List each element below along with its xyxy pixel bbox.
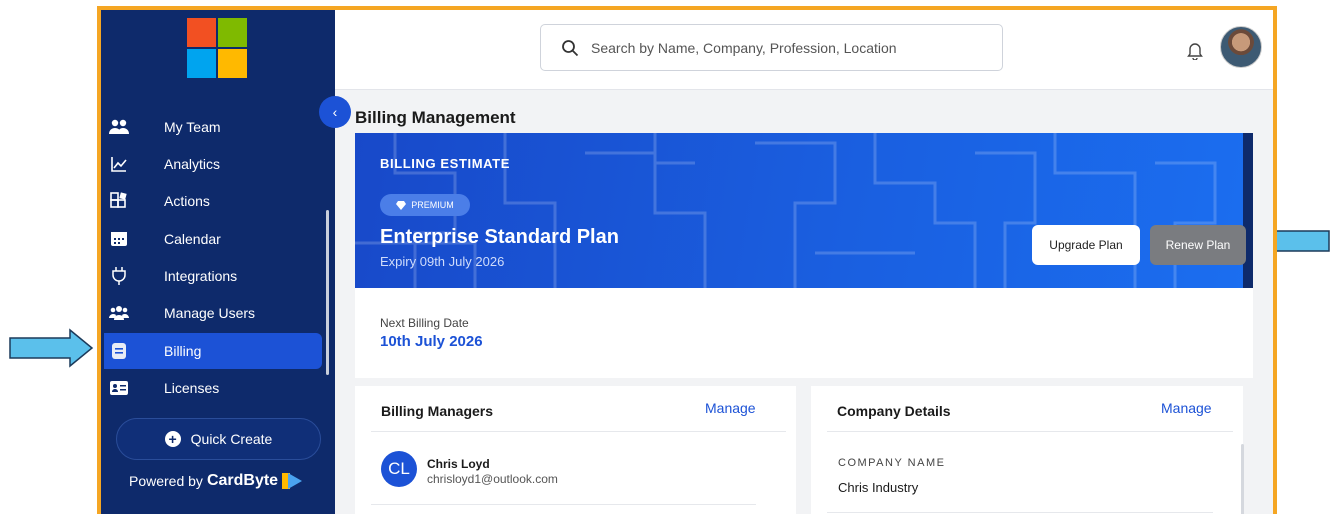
sidebar: My Team Analytics Actions Calendar Integ: [101, 10, 335, 514]
sidebar-item-label: Integrations: [164, 268, 238, 284]
manager-avatar: CL: [381, 451, 417, 487]
billing-icon: [109, 341, 129, 361]
page-title: Billing Management: [355, 108, 516, 127]
manager-email: chrisloyd1@outlook.com: [427, 472, 558, 486]
billing-estimate-banner: BILLING ESTIMATE PREMIUM Enterprise Stan…: [355, 133, 1253, 288]
premium-badge-label: PREMIUM: [411, 200, 454, 210]
actions-icon: [109, 191, 129, 211]
next-billing-label: Next Billing Date: [380, 316, 469, 330]
sidebar-item-my-team[interactable]: My Team: [101, 109, 323, 145]
billing-managers-title: Billing Managers: [381, 403, 494, 419]
renew-plan-button[interactable]: Renew Plan: [1150, 225, 1246, 265]
search-bar: [540, 24, 1003, 71]
company-name-value: Chris Industry: [838, 480, 919, 495]
company-name-label: COMPANY NAME: [838, 457, 946, 469]
manager-name: Chris Loyd: [427, 457, 490, 471]
next-billing-value: 10th July 2026: [380, 333, 483, 350]
divider: [371, 504, 756, 505]
cardbyte-logo-icon: [282, 473, 303, 489]
sidebar-item-label: My Team: [164, 119, 221, 135]
company-details-card: Company Details Manage COMPANY NAME Chri…: [811, 386, 1243, 514]
quick-create-label: Quick Create: [190, 431, 273, 447]
banner-edge: [1243, 133, 1253, 288]
plan-expiry: Expiry 09th July 2026: [380, 254, 505, 269]
plus-icon: +: [164, 431, 181, 447]
analytics-icon: [109, 154, 129, 174]
upgrade-plan-button[interactable]: Upgrade Plan: [1032, 225, 1140, 265]
company-details-scrollbar[interactable]: [1241, 444, 1244, 514]
user-avatar[interactable]: [1220, 26, 1262, 68]
premium-badge: PREMIUM: [380, 194, 470, 216]
divider: [827, 431, 1233, 432]
brand-logo: [187, 18, 249, 80]
plug-icon: [109, 266, 129, 286]
search-icon: [562, 39, 579, 56]
sidebar-item-licenses[interactable]: Licenses: [101, 370, 323, 406]
sidebar-item-actions[interactable]: Actions: [101, 183, 323, 219]
powered-brand: CardByte: [206, 472, 279, 489]
search-input[interactable]: [591, 39, 991, 56]
sidebar-item-calendar[interactable]: Calendar: [101, 221, 323, 257]
sidebar-scrollbar[interactable]: [326, 210, 329, 375]
powered-prefix: Powered by: [129, 473, 203, 489]
diamond-icon: [396, 200, 407, 210]
users-icon: [109, 303, 129, 323]
notification-bell-icon[interactable]: [1185, 40, 1205, 60]
sidebar-collapse-button[interactable]: ‹: [319, 96, 351, 128]
sidebar-item-manage-users[interactable]: Manage Users: [101, 295, 323, 331]
chevron-left-icon: ‹: [332, 104, 338, 120]
annotation-arrow-billing: [9, 328, 94, 368]
license-icon: [109, 378, 129, 398]
billing-estimate-heading: BILLING ESTIMATE: [380, 156, 510, 171]
sidebar-item-label: Licenses: [164, 380, 220, 396]
sidebar-item-analytics[interactable]: Analytics: [101, 146, 323, 182]
plan-name: Enterprise Standard Plan: [380, 226, 619, 248]
powered-by: Powered by CardByte: [129, 470, 304, 492]
quick-create-button[interactable]: + Quick Create: [116, 418, 321, 460]
app-frame: My Team Analytics Actions Calendar Integ: [97, 6, 1277, 514]
sidebar-item-billing[interactable]: Billing: [104, 333, 322, 369]
billing-managers-card: Billing Managers Manage CL Chris Loyd ch…: [355, 386, 796, 514]
sidebar-item-label: Analytics: [164, 156, 221, 172]
team-icon: [109, 117, 129, 137]
calendar-icon: [109, 229, 129, 249]
company-details-title: Company Details: [837, 403, 951, 419]
divider: [827, 512, 1213, 513]
sidebar-item-integrations[interactable]: Integrations: [101, 258, 323, 294]
company-details-manage-link[interactable]: Manage: [1161, 400, 1212, 416]
sidebar-item-label: Manage Users: [164, 305, 256, 321]
sidebar-item-label: Billing: [164, 343, 202, 359]
sidebar-item-label: Calendar: [164, 231, 221, 247]
divider: [371, 431, 786, 432]
next-billing-card: Next Billing Date 10th July 2026: [355, 288, 1253, 378]
top-header: [335, 10, 1273, 90]
billing-managers-manage-link[interactable]: Manage: [705, 400, 756, 416]
sidebar-item-label: Actions: [164, 193, 210, 209]
